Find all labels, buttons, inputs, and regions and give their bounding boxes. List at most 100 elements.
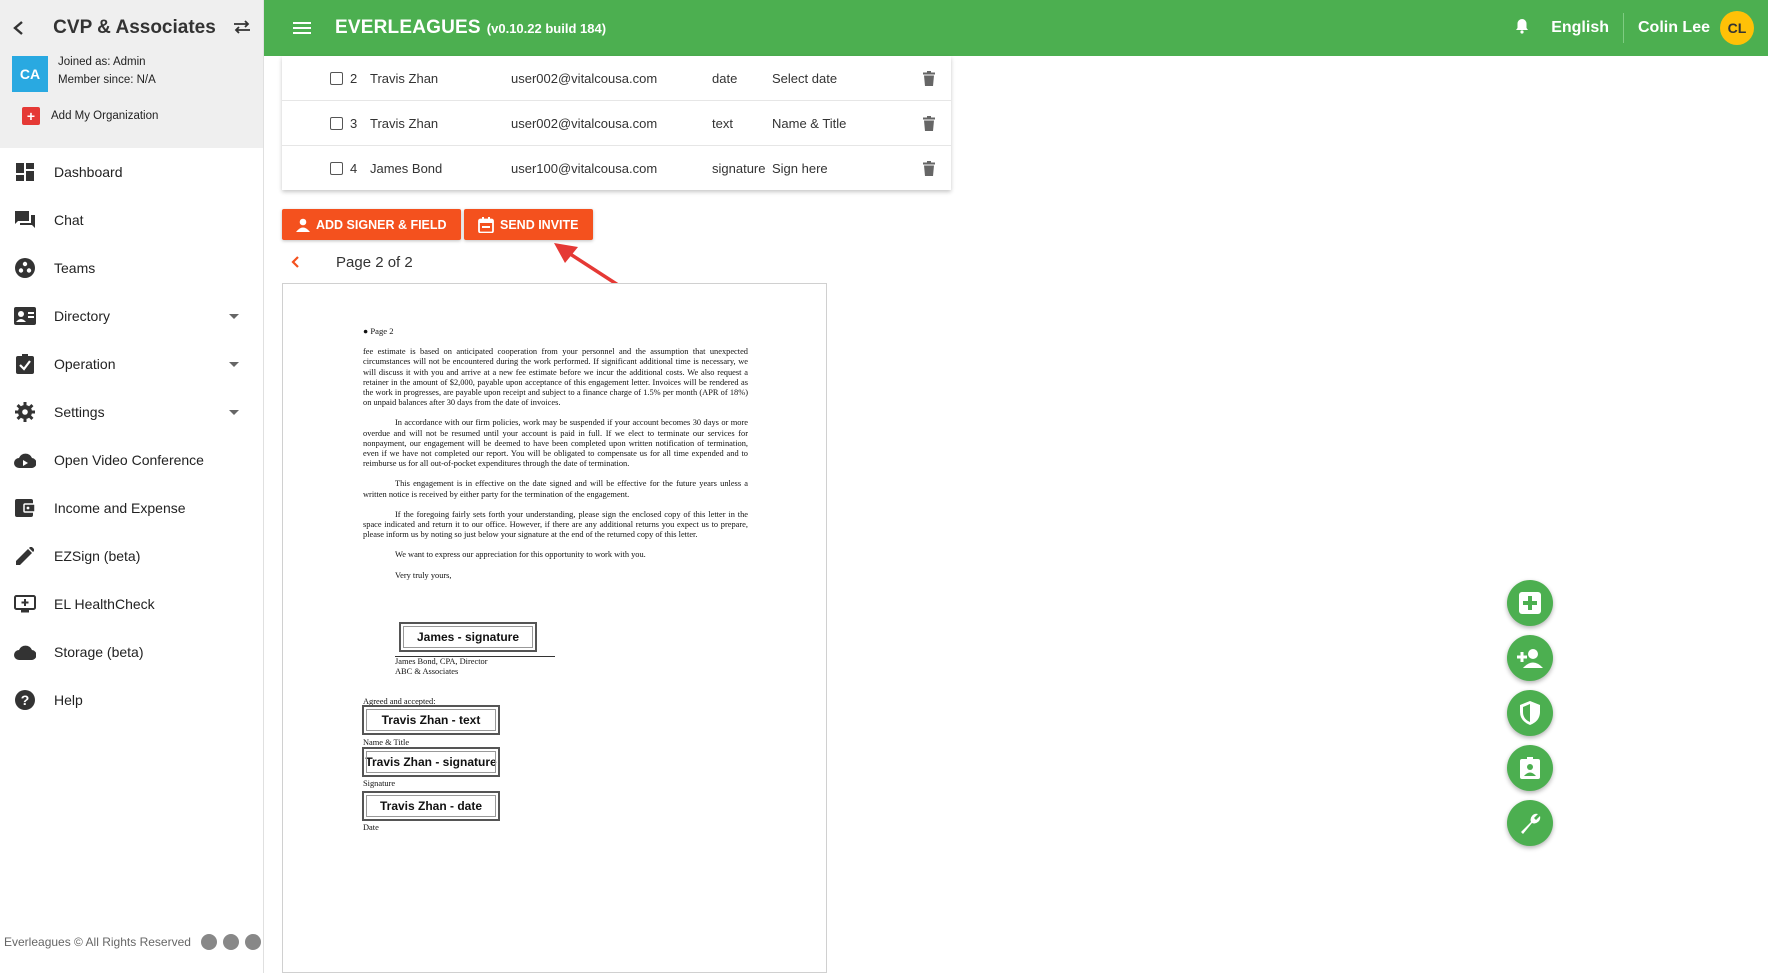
signer-name: Travis Zhan [370,115,439,131]
user-name[interactable]: Colin Lee [1638,19,1710,37]
security-fab-button[interactable] [1507,690,1553,736]
add-person-fab-button[interactable] [1507,635,1553,681]
sidebar-item-label: Settings [54,404,105,420]
help-icon: ? [14,689,36,711]
send-invite-button[interactable]: SEND INVITE [464,209,593,240]
sidebar-item-operation[interactable]: Operation [0,340,263,388]
sidebar-item-help[interactable]: ? Help [0,676,263,724]
swap-icon[interactable] [233,17,251,40]
chat-icon [14,209,36,231]
org-name: CVP & Associates [53,17,216,38]
add-org-label: Add My Organization [51,110,159,122]
field-text: Travis Zhan - signature [365,755,497,769]
row-checkbox[interactable] [330,116,343,130]
chevron-left-icon[interactable] [290,250,310,274]
copyright: Everleagues © All Rights Reserved [4,935,191,949]
sidebar-item-label: Storage (beta) [54,644,144,660]
sidebar-item-directory[interactable]: Directory [0,292,263,340]
clipboard-check-icon [14,353,36,375]
sidebar-item-video-conference[interactable]: Open Video Conference [0,436,263,484]
signer-email: user002@vitalcousa.com [511,70,658,86]
back-arrow-icon[interactable] [12,15,36,41]
field-label: Name & Title [772,115,847,131]
chrome-icon[interactable] [200,934,217,950]
signer-title: James Bond, CPA, Director [395,657,488,666]
sidebar-item-income-expense[interactable]: Income and Expense [0,484,263,532]
doc-closing: Very truly yours, [395,570,452,580]
row-checkbox[interactable] [330,162,343,175]
field-text: James - signature [416,630,520,644]
doc-paragraph: If the foregoing fairly sets forth your … [363,509,748,540]
signer-email: user002@vitalcousa.com [511,115,658,131]
doc-page-label: Page 2 [370,326,394,336]
joined-as: Joined as: Admin [58,56,146,68]
android-icon[interactable] [244,934,261,950]
trash-icon[interactable] [923,161,935,176]
row-number: 2 [350,70,358,86]
app-title: EVERLEAGUES [335,17,481,38]
sidebar-item-chat[interactable]: Chat [0,196,263,244]
field-text: Travis Zhan - text [381,713,481,727]
apple-icon[interactable] [222,934,239,950]
trash-icon[interactable] [923,70,935,86]
signature-field-travis[interactable]: Travis Zhan - signature [362,747,500,777]
wallet-icon [14,497,36,519]
gear-icon [14,401,36,423]
trash-icon[interactable] [923,115,935,131]
add-signer-field-button[interactable]: ADD SIGNER & FIELD [282,209,461,240]
language-selector[interactable]: English [1551,13,1624,43]
org-avatar: CA [12,56,48,92]
tools-fab-button[interactable] [1507,800,1553,846]
signature-field-james[interactable]: James - signature [399,622,537,652]
sidebar-item-ezsign[interactable]: EZSign (beta) [0,532,263,580]
monitor-plus-icon [14,593,36,615]
page-indicator: Page 2 of 2 [336,253,413,271]
sidebar-item-label: Dashboard [54,164,123,180]
contact-card-fab-button[interactable] [1507,745,1553,791]
bullet-dot-icon: ● [363,326,369,336]
sidebar-item-label: Open Video Conference [54,452,204,468]
sidebar-item-dashboard[interactable]: Dashboard [0,148,263,196]
send-invite-label: SEND INVITE [500,217,579,232]
document-body: ● Page 2 fee estimate is based on antici… [363,326,748,591]
calendar-icon [478,216,494,233]
sidebar-item-teams[interactable]: Teams [0,244,263,292]
field-label: Select date [772,70,838,86]
sidebar-item-label: Income and Expense [54,500,186,516]
sidebar-item-storage[interactable]: Storage (beta) [0,628,263,676]
field-label: Sign here [772,161,828,176]
sidebar-item-label: Help [54,692,83,708]
member-since: Member since: N/A [58,74,156,86]
row-checkbox[interactable] [330,71,343,85]
text-field-travis[interactable]: Travis Zhan - text [362,705,500,735]
user-avatar[interactable]: CL [1720,11,1754,45]
signer-firm: ABC & Associates [395,667,459,676]
sidebar-item-healthcheck[interactable]: EL HealthCheck [0,580,263,628]
row-number: 3 [350,115,358,131]
table-row: 4 James Bond user100@vitalcousa.com sign… [282,146,951,191]
plus-box-icon [1519,592,1541,614]
bell-icon[interactable] [1515,18,1529,39]
sidebar-item-settings[interactable]: Settings [0,388,263,436]
org-header: CVP & Associates CA Joined as: Admin Mem… [0,0,263,148]
sidebar: CVP & Associates CA Joined as: Admin Mem… [0,0,264,973]
sidebar-footer: Everleagues © All Rights Reserved [4,934,261,950]
sidebar-nav: Dashboard Chat Teams Directory Operation… [0,148,263,724]
expand-caret-icon [229,362,239,367]
signature-label: Signature [363,779,396,788]
sidebar-item-label: Directory [54,308,111,324]
hamburger-menu-icon[interactable] [293,19,311,37]
add-organization-link[interactable]: + Add My Organization [0,98,263,134]
doc-paragraph: We want to express our appreciation for … [395,550,646,560]
add-fab-button[interactable] [1507,580,1553,626]
doc-paragraph: fee estimate is based on anticipated coo… [363,347,748,408]
dashboard-icon [14,161,36,183]
date-field-travis[interactable]: Travis Zhan - date [362,791,500,821]
signer-name: James Bond [370,161,443,176]
badge-icon [1520,757,1540,779]
expand-caret-icon [229,410,239,415]
sidebar-item-label: EL HealthCheck [54,596,155,612]
app-version: (v0.10.22 build 184) [486,20,607,36]
doc-paragraph: In accordance with our firm policies, wo… [363,418,748,469]
page-navigator: Page 2 of 2 [290,250,413,274]
